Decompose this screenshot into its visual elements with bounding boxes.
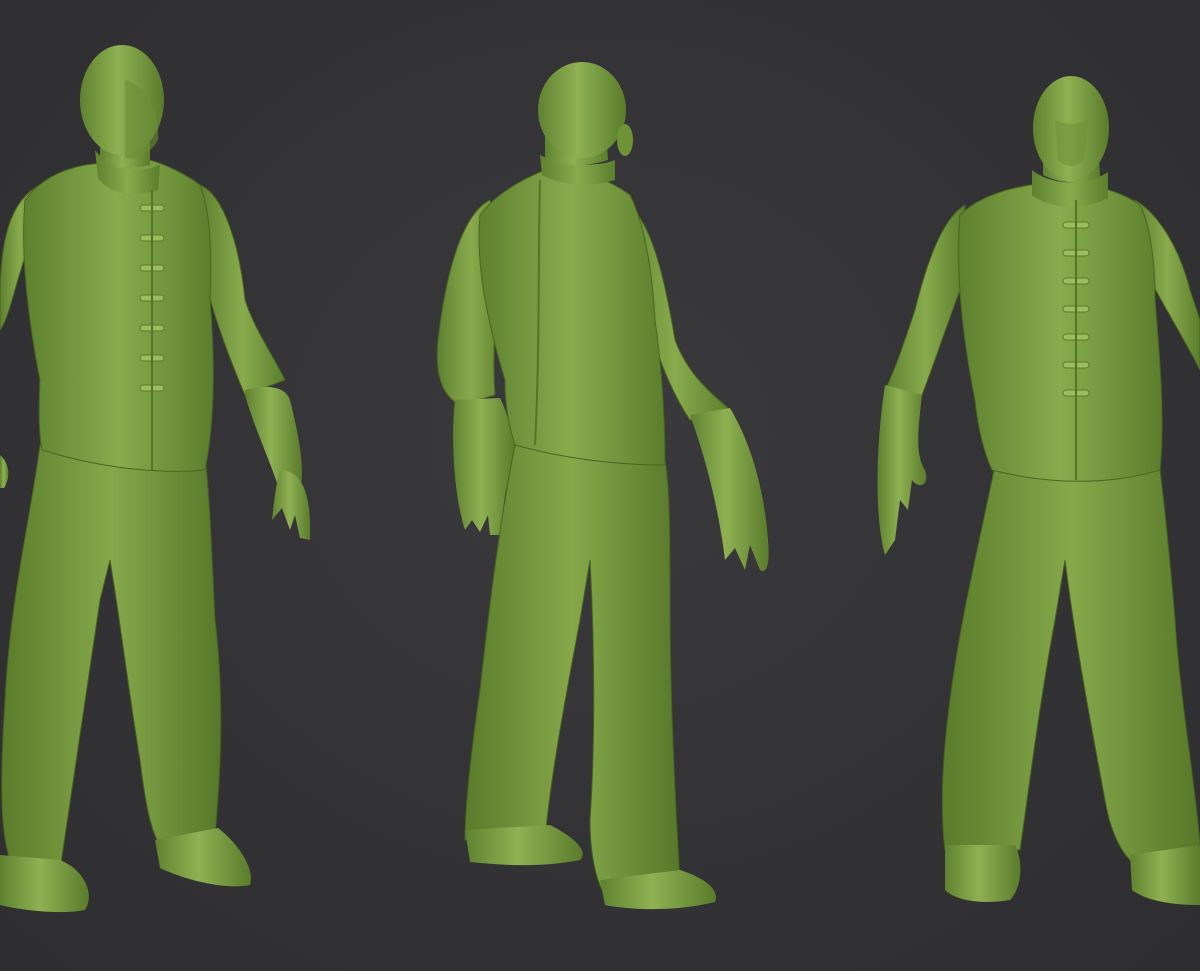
pants	[1, 444, 222, 871]
sculpt-viewport[interactable]	[0, 0, 1200, 971]
pants	[941, 464, 1200, 861]
jacket	[958, 182, 1163, 482]
head	[538, 62, 626, 158]
right-hand	[272, 470, 311, 540]
face-detail	[1055, 120, 1088, 166]
left-arm	[884, 204, 966, 401]
sculpt-figure-front-three-quarter[interactable]	[0, 0, 340, 971]
left-shoe	[0, 855, 89, 913]
left-shoe	[945, 845, 1021, 902]
right-forearm-hand	[690, 408, 769, 571]
left-forearm-hand	[877, 385, 927, 555]
left-hand	[0, 455, 9, 488]
right-shoe	[1130, 845, 1200, 905]
left-shoe	[465, 825, 583, 866]
ear	[617, 124, 633, 156]
sculpt-figure-back-three-quarter[interactable]	[420, 0, 800, 971]
sculpt-figure-front[interactable]	[860, 0, 1200, 971]
jacket	[23, 157, 214, 472]
